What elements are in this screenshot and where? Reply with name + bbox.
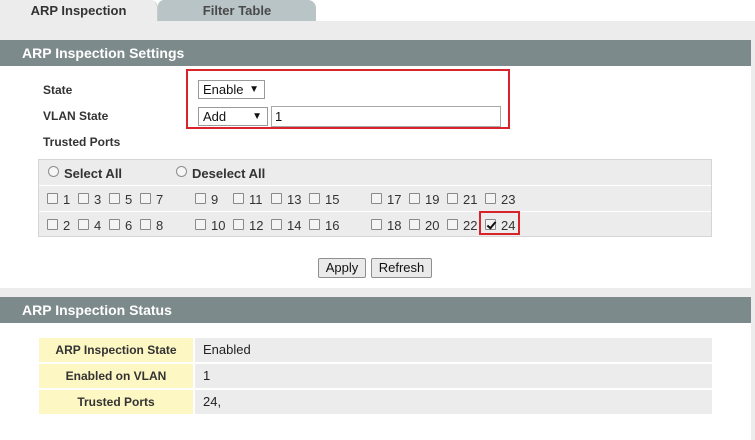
deselect-all-label[interactable]: Deselect All [192, 166, 265, 181]
state-select[interactable]: Enable ▼ [198, 80, 265, 99]
refresh-button[interactable]: Refresh [371, 258, 432, 278]
status-value-arp-state: Enabled [195, 338, 712, 362]
port-12-label: 12 [249, 218, 264, 233]
port-1-label: 1 [63, 192, 71, 207]
port-19-checkbox[interactable] [409, 193, 420, 204]
port-14-checkbox[interactable] [271, 219, 282, 230]
state-select-value: Enable [203, 82, 244, 97]
vlan-action-select[interactable]: Add ▼ [198, 107, 268, 126]
port-7-checkbox[interactable] [140, 193, 151, 204]
state-label: State [43, 83, 73, 97]
status-section: ARP Inspection State Enabled Enabled on … [0, 323, 751, 440]
port-15-label: 15 [325, 192, 340, 207]
tab-arp-inspection[interactable]: ARP Inspection [0, 0, 158, 21]
port-3-checkbox[interactable] [78, 193, 89, 204]
apply-button[interactable]: Apply [318, 258, 366, 278]
port-11-checkbox[interactable] [233, 193, 244, 204]
vlan-id-input[interactable]: 1 [271, 106, 501, 127]
port-4-label: 4 [94, 218, 102, 233]
port-3-label: 3 [94, 192, 102, 207]
port-22-checkbox[interactable] [447, 219, 458, 230]
vlan-id-input-value: 1 [275, 109, 283, 124]
port-8-checkbox[interactable] [140, 219, 151, 230]
port-9-label: 9 [211, 192, 219, 207]
tab-filter-table[interactable]: Filter Table [158, 0, 316, 21]
status-label-trusted-ports: Trusted Ports [39, 390, 193, 414]
select-row: Select All Deselect All [39, 160, 711, 186]
port-24-highlight-box [479, 211, 520, 235]
port-18-checkbox[interactable] [371, 219, 382, 230]
deselect-all-radio[interactable] [176, 166, 187, 177]
page-content: ARP Inspection Settings State VLAN State… [0, 21, 755, 440]
port-21-checkbox[interactable] [447, 193, 458, 204]
port-10-checkbox[interactable] [195, 219, 206, 230]
port-13-label: 13 [287, 192, 302, 207]
port-18-label: 18 [387, 218, 402, 233]
status-label-enabled-vlan: Enabled on VLAN [39, 364, 193, 388]
status-section-header: ARP Inspection Status [0, 297, 751, 323]
port-8-label: 8 [156, 218, 164, 233]
port-11-label: 11 [249, 192, 263, 207]
port-12-checkbox[interactable] [233, 219, 244, 230]
port-4-checkbox[interactable] [78, 219, 89, 230]
port-13-checkbox[interactable] [271, 193, 282, 204]
port-20-checkbox[interactable] [409, 219, 420, 230]
port-19-label: 19 [425, 192, 440, 207]
tab-bar: ARP Inspection Filter Table [0, 0, 755, 21]
trusted-ports-label: Trusted Ports [43, 135, 121, 149]
port-21-label: 21 [463, 192, 478, 207]
ports-row-odd: 1 3 5 7 9 11 13 15 17 19 21 23 [39, 186, 711, 212]
trusted-ports-table: Select All Deselect All 1 3 5 7 9 11 13 15 17 19 2… [38, 159, 712, 237]
port-23-label: 23 [501, 192, 516, 207]
status-label-arp-state: ARP Inspection State [39, 338, 193, 362]
select-all-radio[interactable] [48, 166, 59, 177]
settings-section: State VLAN State Trusted Ports Enable ▼ … [0, 66, 751, 288]
vlan-state-label: VLAN State [43, 109, 109, 123]
port-14-label: 14 [287, 218, 302, 233]
port-10-label: 10 [211, 218, 226, 233]
port-22-label: 22 [463, 218, 478, 233]
port-15-checkbox[interactable] [309, 193, 320, 204]
chevron-down-icon: ▼ [252, 111, 262, 122]
port-16-checkbox[interactable] [309, 219, 320, 230]
port-5-label: 5 [125, 192, 133, 207]
settings-section-header: ARP Inspection Settings [0, 40, 751, 66]
port-1-checkbox[interactable] [47, 193, 58, 204]
port-23-checkbox[interactable] [485, 193, 496, 204]
port-17-label: 17 [387, 192, 402, 207]
ports-row-even: 2 4 6 8 10 12 14 16 18 20 22 24 [39, 212, 711, 238]
port-2-checkbox[interactable] [47, 219, 58, 230]
vlan-action-value: Add [203, 109, 227, 124]
select-all-label[interactable]: Select All [64, 166, 122, 181]
port-2-label: 2 [63, 218, 71, 233]
status-value-trusted-ports: 24, [195, 390, 712, 414]
port-5-checkbox[interactable] [109, 193, 120, 204]
port-20-label: 20 [425, 218, 440, 233]
port-16-label: 16 [325, 218, 340, 233]
port-7-label: 7 [156, 192, 164, 207]
status-value-enabled-vlan: 1 [195, 364, 712, 388]
chevron-down-icon: ▼ [249, 84, 259, 95]
port-6-label: 6 [125, 218, 133, 233]
port-9-checkbox[interactable] [195, 193, 206, 204]
port-17-checkbox[interactable] [371, 193, 382, 204]
port-6-checkbox[interactable] [109, 219, 120, 230]
